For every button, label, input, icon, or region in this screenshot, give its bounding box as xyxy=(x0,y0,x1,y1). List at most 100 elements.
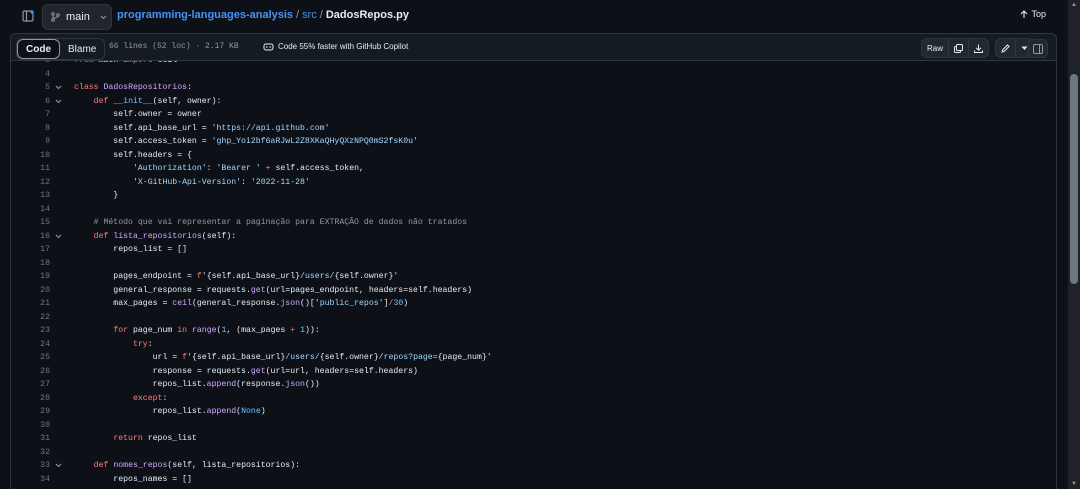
line-number[interactable]: 33 xyxy=(11,459,50,472)
symbols-panel-button[interactable] xyxy=(1028,39,1048,58)
line-number[interactable]: 10 xyxy=(11,149,50,162)
code-line: 30 xyxy=(11,419,1056,432)
line-number[interactable]: 23 xyxy=(11,324,50,337)
code-line: 34 repos_names = [] xyxy=(11,473,1056,486)
breadcrumb-file-name: DadosRepos.py xyxy=(325,9,409,21)
raw-button[interactable]: Raw xyxy=(922,39,949,57)
line-number[interactable]: 24 xyxy=(11,338,50,351)
line-number[interactable]: 27 xyxy=(11,378,50,391)
line-number[interactable]: 8 xyxy=(11,122,50,135)
blame-tab[interactable]: Blame xyxy=(60,39,104,59)
code-line: 10 self.headers = { xyxy=(11,149,1056,162)
code-text: response = requests.get(url=url, headers… xyxy=(74,366,418,376)
fold-chevron-icon[interactable] xyxy=(55,98,62,105)
code-tab[interactable]: Code xyxy=(17,39,60,59)
code-text: } xyxy=(74,191,119,200)
code-line: 15 # Método que vai representar a pagina… xyxy=(11,216,1056,229)
expand-file-tree-button[interactable] xyxy=(19,7,37,25)
breadcrumb-repo-link[interactable]: programming-languages-analysis xyxy=(117,9,293,21)
line-number[interactable]: 14 xyxy=(11,203,50,216)
code-line: 20 general_response = requests.get(url=p… xyxy=(11,284,1056,297)
code-text: except: xyxy=(132,393,168,403)
line-number[interactable]: 13 xyxy=(11,189,50,202)
line-number[interactable]: 17 xyxy=(11,243,50,256)
code-text: general_response = requests.get(url=page… xyxy=(74,285,472,295)
copy-raw-button[interactable] xyxy=(949,39,969,57)
page-scrollbar[interactable]: ▲ ▼ xyxy=(1068,0,1080,489)
view-mode-toggle: Code Blame xyxy=(16,38,106,60)
line-number[interactable]: 6 xyxy=(11,95,50,108)
code-text: pages_endpoint = f'{self.api_base_url}/u… xyxy=(74,272,399,281)
code-text: self.api_base_url = 'https://api.github.… xyxy=(74,123,330,133)
code-text: repos_list.append(response.json()) xyxy=(74,380,320,389)
line-number[interactable]: 12 xyxy=(11,176,50,189)
line-number[interactable]: 18 xyxy=(11,257,50,270)
code-text: 'X-GitHub-Api-Version': '2022-11-28' xyxy=(132,177,310,187)
code-text: from math import ceil xyxy=(74,61,177,67)
code-line: 4 xyxy=(11,68,1056,81)
line-number[interactable]: 4 xyxy=(11,68,50,81)
file-toolbar: Code Blame 66 lines (52 loc) · 2.17 KB C… xyxy=(10,33,1057,61)
code-text: repos_list.append(None) xyxy=(74,407,266,416)
line-number[interactable]: 26 xyxy=(11,365,50,378)
line-number[interactable]: 9 xyxy=(11,135,50,148)
line-number[interactable]: 22 xyxy=(11,311,50,324)
code-line: 19 pages_endpoint = f'{self.api_base_url… xyxy=(11,270,1056,283)
code-line: 13 } xyxy=(11,189,1056,202)
code-text: class DadosRepositorios: xyxy=(74,83,192,92)
line-number[interactable]: 28 xyxy=(11,392,50,405)
line-number[interactable]: 32 xyxy=(11,446,50,459)
line-number[interactable]: 19 xyxy=(11,270,50,283)
code-line: 27 repos_list.append(response.json()) xyxy=(11,378,1056,391)
scroll-up-arrow-icon[interactable]: ▲ xyxy=(1068,0,1080,10)
scroll-to-top-button[interactable]: Top xyxy=(1020,9,1046,19)
code-text: for page_num in range(1, (max_pages + 1)… xyxy=(113,326,320,335)
branch-name: main xyxy=(66,11,90,23)
line-number[interactable]: 5 xyxy=(11,81,50,94)
fold-chevron-icon[interactable] xyxy=(55,233,62,240)
code-line: 14 xyxy=(11,203,1056,216)
line-number[interactable]: 3 xyxy=(11,61,50,67)
edit-file-button[interactable] xyxy=(996,39,1016,57)
line-number[interactable]: 7 xyxy=(11,108,50,121)
line-number[interactable]: 30 xyxy=(11,419,50,432)
line-number[interactable]: 25 xyxy=(11,351,50,364)
scroll-down-arrow-icon[interactable]: ▼ xyxy=(1068,479,1080,489)
line-number[interactable]: 16 xyxy=(11,230,50,243)
file-stats: 66 lines (52 loc) · 2.17 KB xyxy=(109,42,239,51)
fold-chevron-icon[interactable] xyxy=(55,462,62,469)
code-line: 23 for page_num in range(1, (max_pages +… xyxy=(11,324,1056,337)
code-line: 24 try: xyxy=(11,338,1056,351)
code-text: self.access_token = 'ghp_Yoi2bf6aRJwL2Z8… xyxy=(74,137,418,146)
code-text: repos_names = [] xyxy=(74,474,192,484)
code-text: repos_list = [] xyxy=(74,245,188,254)
line-number[interactable]: 15 xyxy=(11,216,50,229)
code-line: 16 def lista_repositorios(self): xyxy=(11,230,1056,243)
code-line: 5 class DadosRepositorios: xyxy=(11,81,1056,94)
download-button[interactable] xyxy=(969,39,988,57)
code-line: 17 repos_list = [] xyxy=(11,243,1056,256)
fold-chevron-icon[interactable] xyxy=(55,84,62,91)
line-number[interactable]: 20 xyxy=(11,284,50,297)
line-number[interactable]: 11 xyxy=(11,162,50,175)
code-line: 3 from math import ceil xyxy=(11,61,1056,67)
code-text: max_pages = ceil(general_response.json()… xyxy=(74,299,409,308)
branch-selector-button[interactable]: main xyxy=(42,4,112,30)
line-number[interactable]: 31 xyxy=(11,432,50,445)
code-line: 25 url = f'{self.api_base_url}/users/{se… xyxy=(11,351,1056,364)
triangle-down-icon xyxy=(1021,46,1028,50)
line-number[interactable]: 34 xyxy=(11,473,50,486)
breadcrumb: programming-languages-analysis / src / D… xyxy=(117,9,409,21)
code-text: # Método que vai representar a paginação… xyxy=(93,218,468,227)
scrollbar-thumb[interactable] xyxy=(1070,74,1078,284)
line-number[interactable]: 29 xyxy=(11,405,50,418)
file-actions: Raw xyxy=(920,38,1034,58)
breadcrumb-folder-link[interactable]: src xyxy=(302,9,317,21)
code-line: 32 xyxy=(11,446,1056,459)
code-line: 9 self.access_token = 'ghp_Yoi2bf6aRJwL2… xyxy=(11,135,1056,148)
line-number[interactable]: 21 xyxy=(11,297,50,310)
code-text: self.headers = { xyxy=(74,150,192,160)
copilot-promo-link[interactable]: Code 55% faster with GitHub Copilot xyxy=(263,42,408,51)
top-label: Top xyxy=(1031,9,1046,19)
code-line: 6 def __init__(self, owner): xyxy=(11,95,1056,108)
